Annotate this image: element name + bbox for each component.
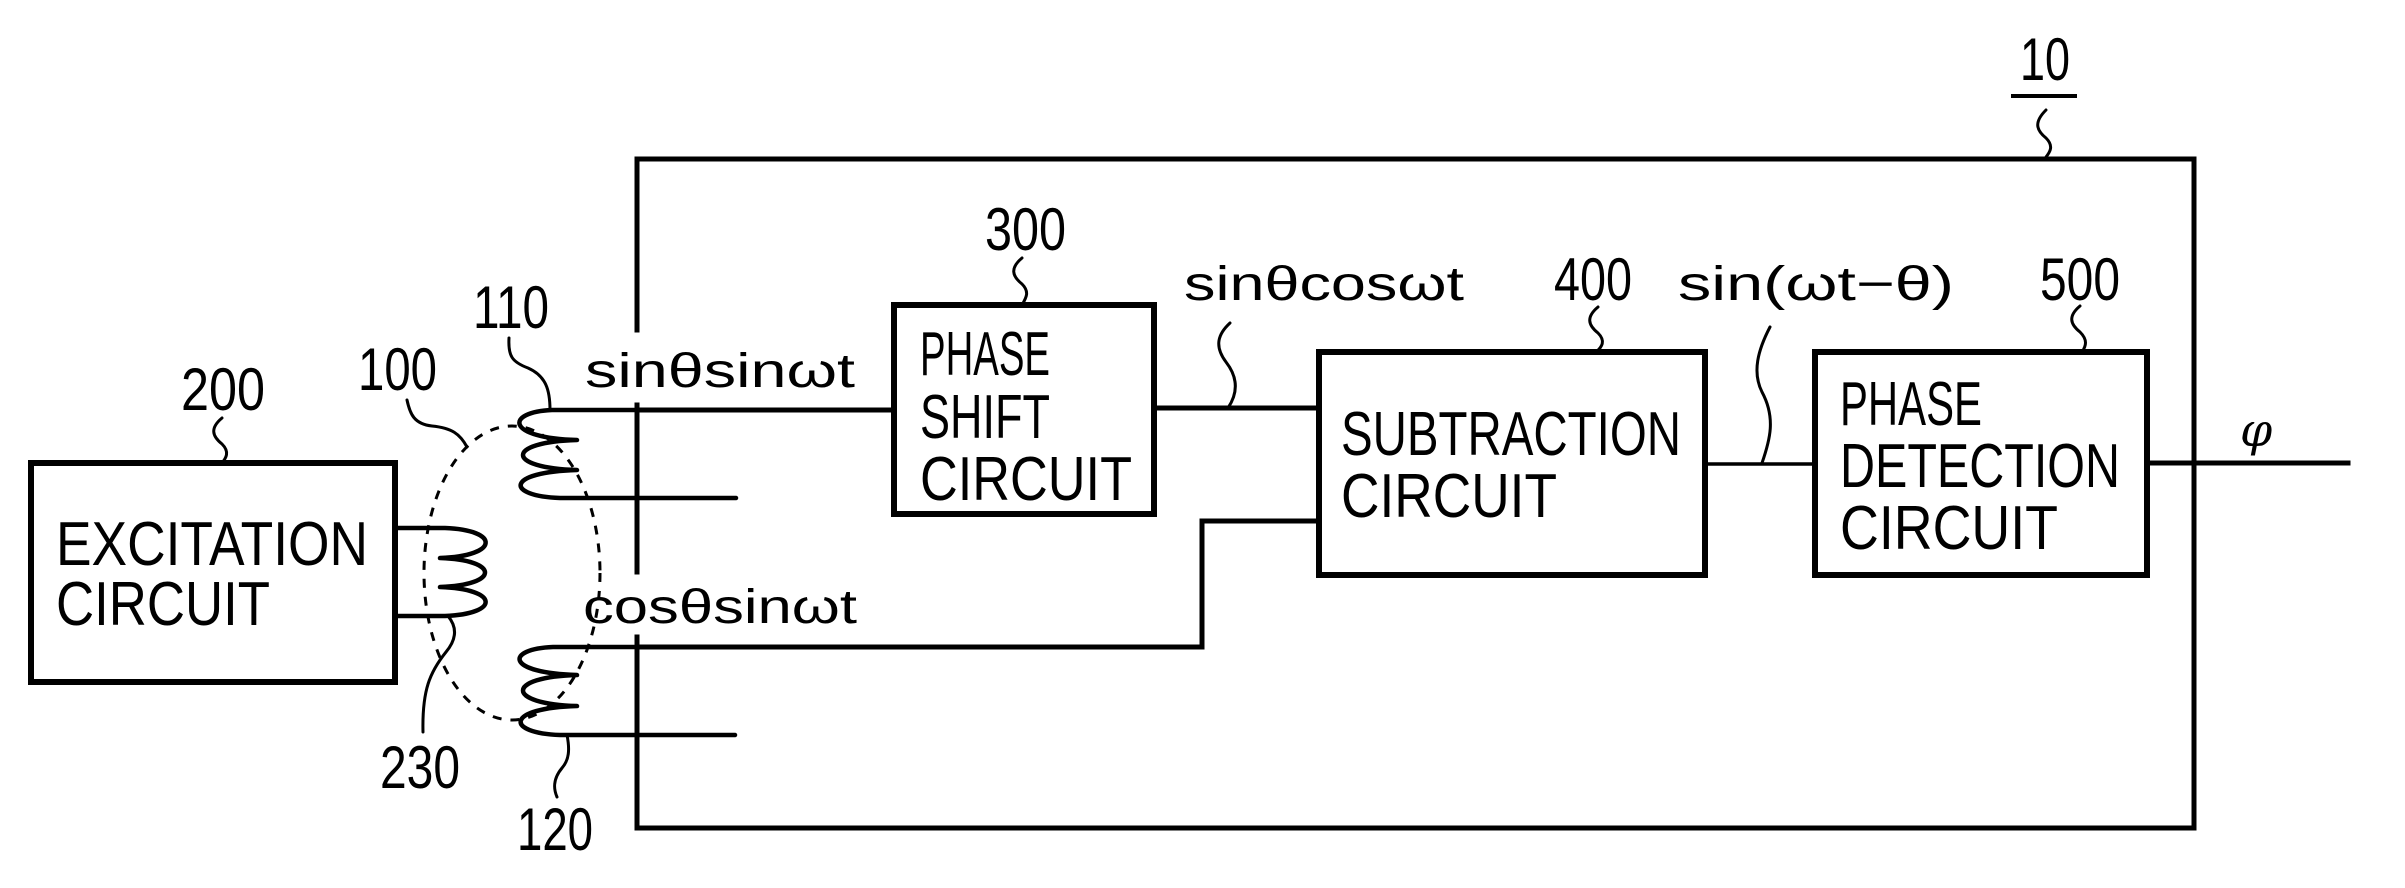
phase-shift-circuit-line2: SHIFT [920, 383, 1050, 452]
signal-phase-shifted: sinθcosωt [1184, 258, 1464, 311]
sine-coil [517, 407, 739, 501]
sine-coil-ref: 110 [473, 274, 549, 341]
excitation-circuit-leader [212, 416, 229, 465]
module-10-leader [2036, 108, 2053, 159]
cosine-coil [517, 644, 738, 738]
excitation-circuit-line1: EXCITATION [56, 510, 368, 579]
phase-detection-circuit-line3: CIRCUIT [1840, 494, 2058, 563]
cosine-coil-leader [553, 733, 571, 799]
subtraction-circuit-line1: SUBTRACTION [1341, 400, 1681, 469]
excitation-coil [392, 525, 488, 619]
module-10-label: 10 [2011, 26, 2077, 159]
phase-shift-circuit-line3: CIRCUIT [920, 445, 1132, 514]
signal-difference-leader [1755, 325, 1772, 465]
signal-phase-shifted-leader [1217, 321, 1237, 410]
excitation-coil-ref: 230 [380, 734, 460, 801]
excitation-circuit-line2: CIRCUIT [56, 570, 270, 639]
signal-sine-output: sinθsinωt [585, 345, 855, 398]
signal-cosine-output: cosθsinωt [583, 581, 857, 634]
phase-shift-circuit-leader [1012, 256, 1029, 307]
sine-coil-leader [507, 336, 552, 412]
resolver-ref: 100 [358, 336, 437, 403]
cosine-coil-ref: 120 [517, 796, 593, 863]
subtraction-circuit-ref: 400 [1554, 246, 1632, 313]
phase-detection-circuit-line1: PHASE [1840, 370, 1982, 439]
block-diagram: 10 EXCITATION CIRCUIT 200 230 100 110 12… [28, 26, 2351, 863]
phase-detection-circuit-line2: DETECTION [1840, 432, 2120, 501]
signal-difference: sin(ωt−θ) [1678, 258, 1954, 311]
output-phi-label: φ [2240, 403, 2273, 457]
excitation-coil-leader [421, 614, 456, 734]
subtraction-circuit-leader [1588, 305, 1604, 354]
phase-detection-circuit-ref: 500 [2040, 246, 2120, 313]
phase-shift-circuit-ref: 300 [985, 196, 1066, 263]
phase-shift-circuit-line1: PHASE [920, 320, 1050, 389]
module-10-ref: 10 [2020, 26, 2070, 93]
excitation-circuit-ref: 200 [181, 356, 265, 423]
resolver-leader [405, 398, 469, 449]
subtraction-circuit-line2: CIRCUIT [1341, 462, 1557, 531]
